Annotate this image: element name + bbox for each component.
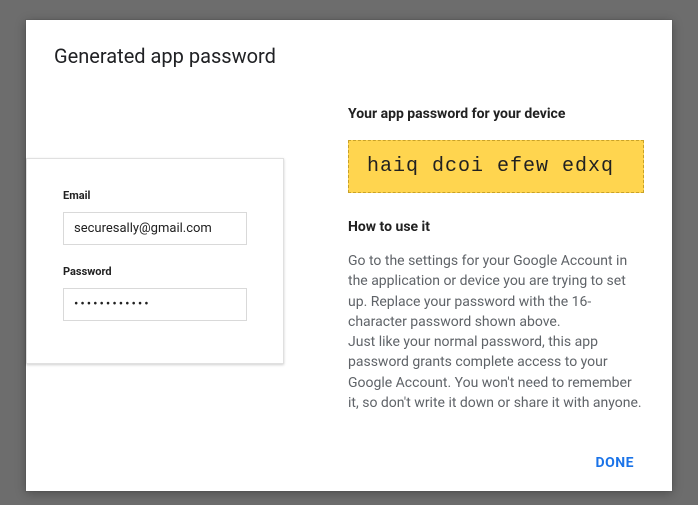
howto-paragraph-1: Go to the settings for your Google Accou… bbox=[348, 253, 627, 330]
app-password-modal: Generated app password Email Password Yo… bbox=[26, 20, 672, 491]
modal-body: Email Password Your app password for you… bbox=[26, 68, 672, 413]
login-example-column: Email Password bbox=[26, 106, 316, 413]
instructions-column: Your app password for your device haiq d… bbox=[316, 106, 644, 413]
device-password-heading: Your app password for your device bbox=[348, 106, 644, 122]
email-label: Email bbox=[63, 189, 247, 202]
email-field[interactable] bbox=[63, 212, 247, 245]
modal-footer: DONE bbox=[583, 447, 646, 479]
howto-paragraph-2: Just like your normal password, this app… bbox=[348, 334, 642, 411]
generated-password-box: haiq dcoi efew edxq bbox=[348, 140, 644, 193]
modal-title: Generated app password bbox=[26, 20, 672, 68]
password-label: Password bbox=[63, 265, 247, 278]
password-field[interactable] bbox=[63, 288, 247, 321]
generated-password-text: haiq dcoi efew edxq bbox=[367, 155, 614, 178]
howto-text: Go to the settings for your Google Accou… bbox=[348, 251, 644, 413]
howto-heading: How to use it bbox=[348, 219, 644, 235]
login-card: Email Password bbox=[26, 158, 284, 364]
done-button[interactable]: DONE bbox=[583, 447, 646, 479]
